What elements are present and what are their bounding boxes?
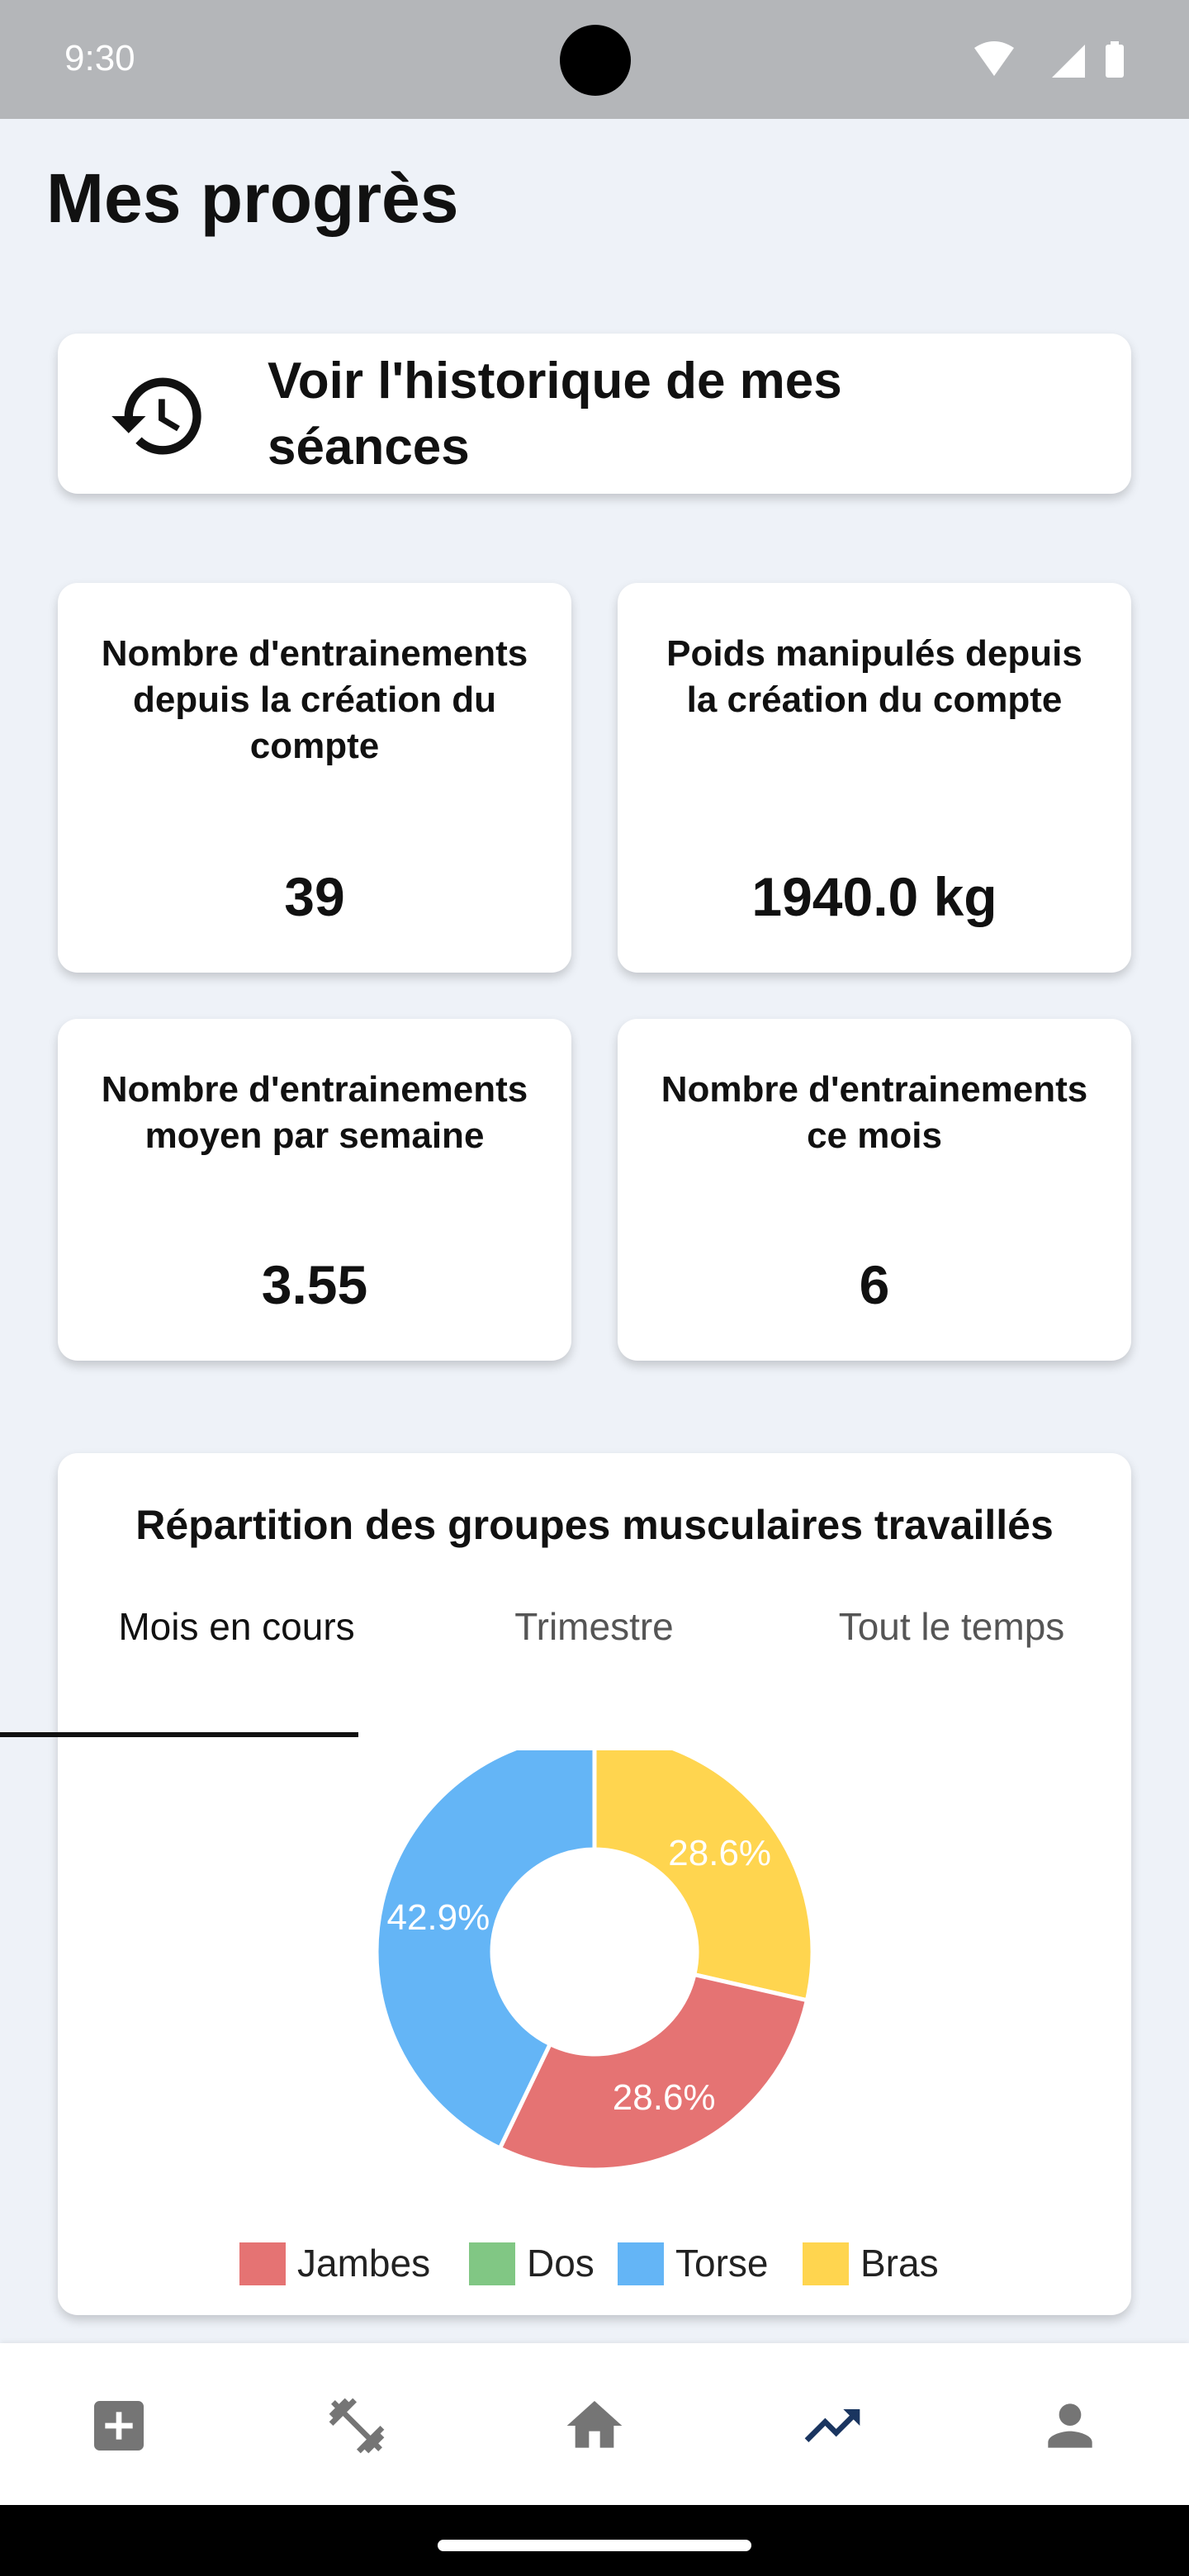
chart-title: Répartition des groupes musculaires trav… bbox=[135, 1502, 1054, 1548]
battery-icon bbox=[1106, 45, 1124, 78]
legend-swatch bbox=[469, 2242, 515, 2285]
tab-current-month[interactable]: Mois en cours bbox=[58, 1577, 415, 1668]
stat-value-this-month: 6 bbox=[859, 1254, 890, 1315]
stat-label-total-workouts: Nombre d'entrainements depuis la créatio… bbox=[101, 633, 528, 766]
status-bar: 9:30 bbox=[0, 0, 1189, 119]
history-button[interactable]: Voir l'historique de mes séances bbox=[58, 334, 1131, 494]
wifi-icon bbox=[974, 41, 1014, 76]
legend-swatch bbox=[803, 2242, 849, 2285]
period-tabs: Mois en cours Trimestre Tout le temps bbox=[58, 1577, 1131, 1668]
slice-label-jambes: 28.6% bbox=[613, 2077, 716, 2118]
stat-value-total-weight: 1940.0 kg bbox=[751, 866, 997, 927]
active-tab-indicator bbox=[0, 1732, 358, 1737]
legend-label: Torse bbox=[675, 2242, 769, 2285]
legend-label: Dos bbox=[527, 2242, 594, 2285]
history-label: Voir l'historique de mes séances bbox=[268, 353, 842, 476]
home-icon[interactable] bbox=[561, 2393, 628, 2459]
stat-card-total-weight: Poids manipulés depuis la création du co… bbox=[618, 583, 1131, 973]
muscle-groups-card: Répartition des groupes musculaires trav… bbox=[58, 1453, 1131, 2315]
legend-swatch bbox=[239, 2242, 286, 2285]
trending-up-icon[interactable] bbox=[799, 2393, 865, 2459]
donut-slice-jambes bbox=[497, 1972, 810, 2172]
history-icon bbox=[111, 377, 201, 455]
page-title: Mes progrès bbox=[46, 159, 459, 237]
stat-card-this-month: Nombre d'entrainements ce mois 6 bbox=[618, 1019, 1131, 1361]
stat-value-weekly-average: 3.55 bbox=[261, 1254, 368, 1315]
person-icon[interactable] bbox=[1037, 2393, 1103, 2459]
legend-label: Jambes bbox=[297, 2242, 431, 2285]
add-box-icon[interactable] bbox=[86, 2393, 152, 2459]
donut-chart: 28.6% 28.6% 42.9% bbox=[374, 1750, 815, 2172]
stat-card-weekly-average: Nombre d'entrainements moyen par semaine… bbox=[58, 1019, 571, 1361]
stat-card-total-workouts: Nombre d'entrainements depuis la créatio… bbox=[58, 583, 571, 973]
slice-label-torse: 42.9% bbox=[386, 1897, 490, 1938]
stat-label-this-month: Nombre d'entrainements ce mois bbox=[661, 1069, 1088, 1156]
status-time: 9:30 bbox=[64, 38, 135, 78]
stat-value-total-workouts: 39 bbox=[284, 866, 345, 927]
donut-slice-bras bbox=[592, 1750, 815, 2003]
legend-swatch bbox=[618, 2242, 664, 2285]
signal-icon bbox=[1052, 45, 1085, 78]
stat-label-total-weight: Poids manipulés depuis la création du co… bbox=[666, 633, 1082, 720]
dumbbell-icon[interactable] bbox=[324, 2393, 390, 2459]
legend-label: Bras bbox=[860, 2242, 939, 2285]
status-icons bbox=[974, 41, 1124, 78]
bottom-navigation bbox=[0, 2343, 1189, 2505]
home-gesture-pill[interactable] bbox=[438, 2540, 751, 2551]
front-camera bbox=[560, 25, 631, 96]
stat-label-weekly-average: Nombre d'entrainements moyen par semaine bbox=[101, 1069, 528, 1156]
slice-label-bras: 28.6% bbox=[668, 1833, 771, 1873]
tab-all-time[interactable]: Tout le temps bbox=[773, 1577, 1130, 1668]
tab-quarter[interactable]: Trimestre bbox=[415, 1577, 773, 1668]
